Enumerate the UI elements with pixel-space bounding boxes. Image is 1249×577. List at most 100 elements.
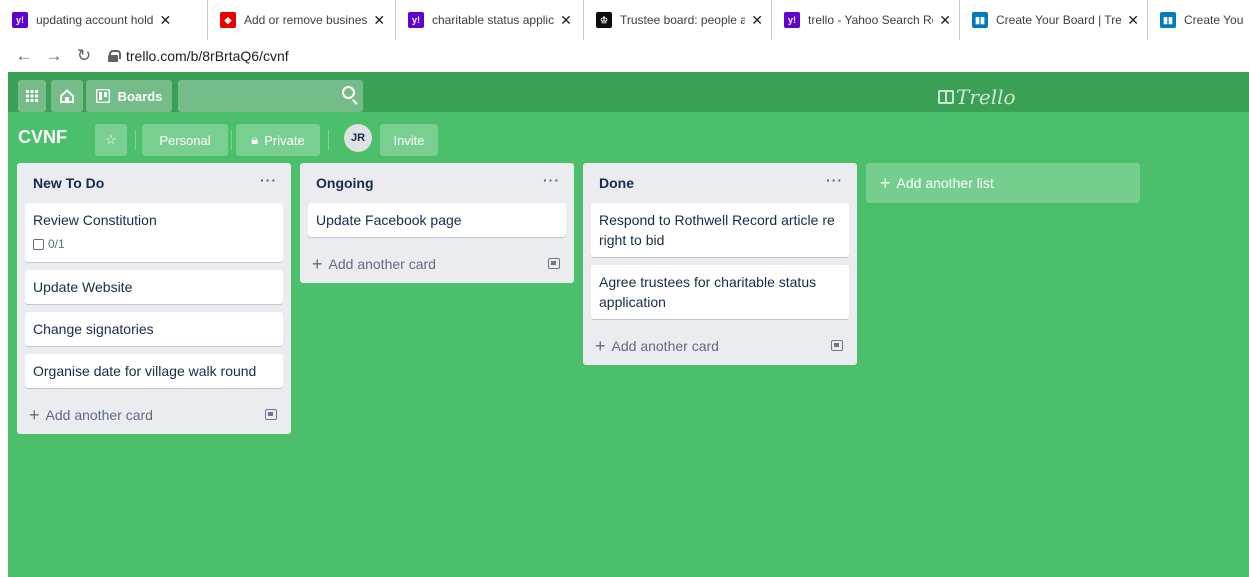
card[interactable]: Respond to Rothwell Record article re ri…: [591, 203, 849, 257]
plus-icon: +: [595, 335, 606, 356]
close-tab-icon[interactable]: ✕: [373, 12, 385, 29]
browser-tab[interactable]: ♔ Trustee board: people a ✕: [584, 0, 772, 40]
boards-button[interactable]: Boards: [86, 80, 172, 112]
close-tab-icon[interactable]: ✕: [560, 12, 572, 29]
checklist-icon: [33, 238, 44, 250]
trello-icon: ▮▮: [1160, 12, 1176, 28]
browser-tab[interactable]: ▮▮ Create Your Board | Tre ✕: [960, 0, 1148, 40]
trello-board: Boards Trello CVNF ☆ Personal 🔒︎ Private…: [8, 72, 1249, 577]
card-title: Organise date for village walk round: [33, 363, 257, 379]
plus-icon: +: [880, 172, 891, 193]
apps-button[interactable]: [18, 80, 46, 112]
divider: [328, 130, 329, 150]
avatar[interactable]: JR: [344, 124, 372, 152]
add-card-label: Add another card: [611, 338, 719, 354]
list-header[interactable]: Done ···: [583, 163, 857, 203]
card-title: Update Facebook page: [316, 212, 462, 228]
divider: [135, 130, 136, 150]
privacy-button[interactable]: 🔒︎ Private: [236, 124, 320, 156]
home-icon: [60, 89, 74, 103]
browser-tab[interactable]: y! trello - Yahoo Search Re ✕: [772, 0, 960, 40]
card-title: Agree trustees for charitable status app…: [599, 274, 817, 310]
tab-label: trello - Yahoo Search Re: [808, 13, 934, 27]
add-list-button[interactable]: + Add another list: [866, 163, 1140, 203]
card[interactable]: Change signatories: [25, 312, 283, 346]
browser-tab[interactable]: y! charitable status applic ✕: [396, 0, 584, 40]
gov-crown-icon: ♔: [596, 12, 612, 28]
list-title: Ongoing: [316, 175, 374, 191]
close-tab-icon[interactable]: ✕: [939, 12, 951, 29]
list-menu-icon[interactable]: ···: [543, 172, 560, 188]
add-card-button[interactable]: + Add another card: [17, 396, 291, 434]
team-visibility-button[interactable]: Personal: [142, 124, 228, 156]
plus-icon: +: [29, 404, 40, 425]
reload-icon[interactable]: ↻: [72, 44, 96, 68]
trello-board-icon: [95, 89, 110, 103]
yahoo-icon: y!: [12, 12, 28, 28]
list-menu-icon[interactable]: ···: [826, 172, 843, 188]
trello-logo-icon: [938, 90, 954, 104]
tab-label: Create Your Board | Tre: [996, 13, 1122, 27]
card-title: Update Website: [33, 279, 133, 295]
close-tab-icon[interactable]: ✕: [159, 12, 171, 29]
card[interactable]: Review Constitution 0/1: [25, 203, 283, 262]
card-title: Change signatories: [33, 321, 154, 337]
card-template-icon[interactable]: [831, 340, 843, 351]
trello-icon: ▮▮: [972, 12, 988, 28]
list: New To Do ··· Review Constitution 0/1 Up…: [17, 163, 291, 434]
browser-tab[interactable]: ◆ Add or remove busines ✕: [208, 0, 396, 40]
yahoo-icon: y!: [784, 12, 800, 28]
card-title: Respond to Rothwell Record article re ri…: [599, 212, 835, 248]
browser-tab[interactable]: ▮▮ Create You: [1148, 0, 1249, 40]
tab-label: updating account hold: [36, 13, 154, 27]
list: Done ··· Respond to Rothwell Record arti…: [583, 163, 857, 365]
card[interactable]: Update Facebook page: [308, 203, 566, 237]
lock-icon: 🔒︎: [251, 132, 259, 147]
list: Ongoing ··· Update Facebook page + Add a…: [300, 163, 574, 283]
tab-label: Add or remove busines: [244, 13, 368, 27]
tab-label: Trustee board: people a: [620, 13, 746, 27]
avatar-initials: JR: [350, 132, 366, 144]
card[interactable]: Agree trustees for charitable status app…: [591, 265, 849, 319]
trello-logo[interactable]: Trello: [938, 85, 1016, 109]
address-bar[interactable]: trello.com/b/8rBrtaQ6/cvnf: [108, 48, 289, 64]
add-card-label: Add another card: [45, 407, 153, 423]
add-card-button[interactable]: + Add another card: [300, 245, 574, 283]
plus-icon: +: [312, 253, 323, 274]
santander-icon: ◆: [220, 12, 236, 28]
add-list-label: Add another list: [896, 175, 994, 191]
card[interactable]: Update Website: [25, 270, 283, 304]
boards-label: Boards: [117, 88, 163, 104]
search-input[interactable]: [178, 80, 363, 112]
tab-label: Create You: [1184, 13, 1244, 27]
team-label: Personal: [159, 132, 211, 148]
add-card-button[interactable]: + Add another card: [583, 327, 857, 365]
divider: [231, 130, 232, 150]
tab-label: charitable status applic: [432, 13, 555, 27]
add-card-label: Add another card: [328, 256, 436, 272]
url-text: trello.com/b/8rBrtaQ6/cvnf: [126, 48, 289, 64]
list-header[interactable]: New To Do ···: [17, 163, 291, 203]
card-template-icon[interactable]: [548, 258, 560, 269]
browser-toolbar: ← → ↻ trello.com/b/8rBrtaQ6/cvnf: [0, 40, 1249, 72]
browser-tab[interactable]: y! updating account hold ✕: [0, 0, 208, 40]
card-template-icon[interactable]: [265, 409, 277, 420]
yahoo-icon: y!: [408, 12, 424, 28]
back-arrow-icon[interactable]: ←: [12, 44, 36, 68]
apps-grid-icon: [26, 90, 38, 102]
card-title: Review Constitution: [33, 212, 157, 228]
list-title: New To Do: [33, 175, 105, 191]
lock-icon: [108, 50, 121, 62]
home-button[interactable]: [51, 80, 83, 112]
invite-button[interactable]: Invite: [380, 124, 438, 156]
list-header[interactable]: Ongoing ···: [300, 163, 574, 203]
close-tab-icon[interactable]: ✕: [751, 12, 763, 29]
list-menu-icon[interactable]: ···: [260, 172, 277, 188]
close-tab-icon[interactable]: ✕: [1127, 12, 1139, 29]
board-title[interactable]: CVNF: [18, 127, 67, 148]
card[interactable]: Organise date for village walk round: [25, 354, 283, 388]
star-button[interactable]: ☆: [95, 124, 127, 156]
checklist-count: 0/1: [48, 237, 65, 251]
forward-arrow-icon[interactable]: →: [42, 44, 66, 68]
browser-tab-strip: y! updating account hold ✕ ◆ Add or remo…: [0, 0, 1249, 40]
